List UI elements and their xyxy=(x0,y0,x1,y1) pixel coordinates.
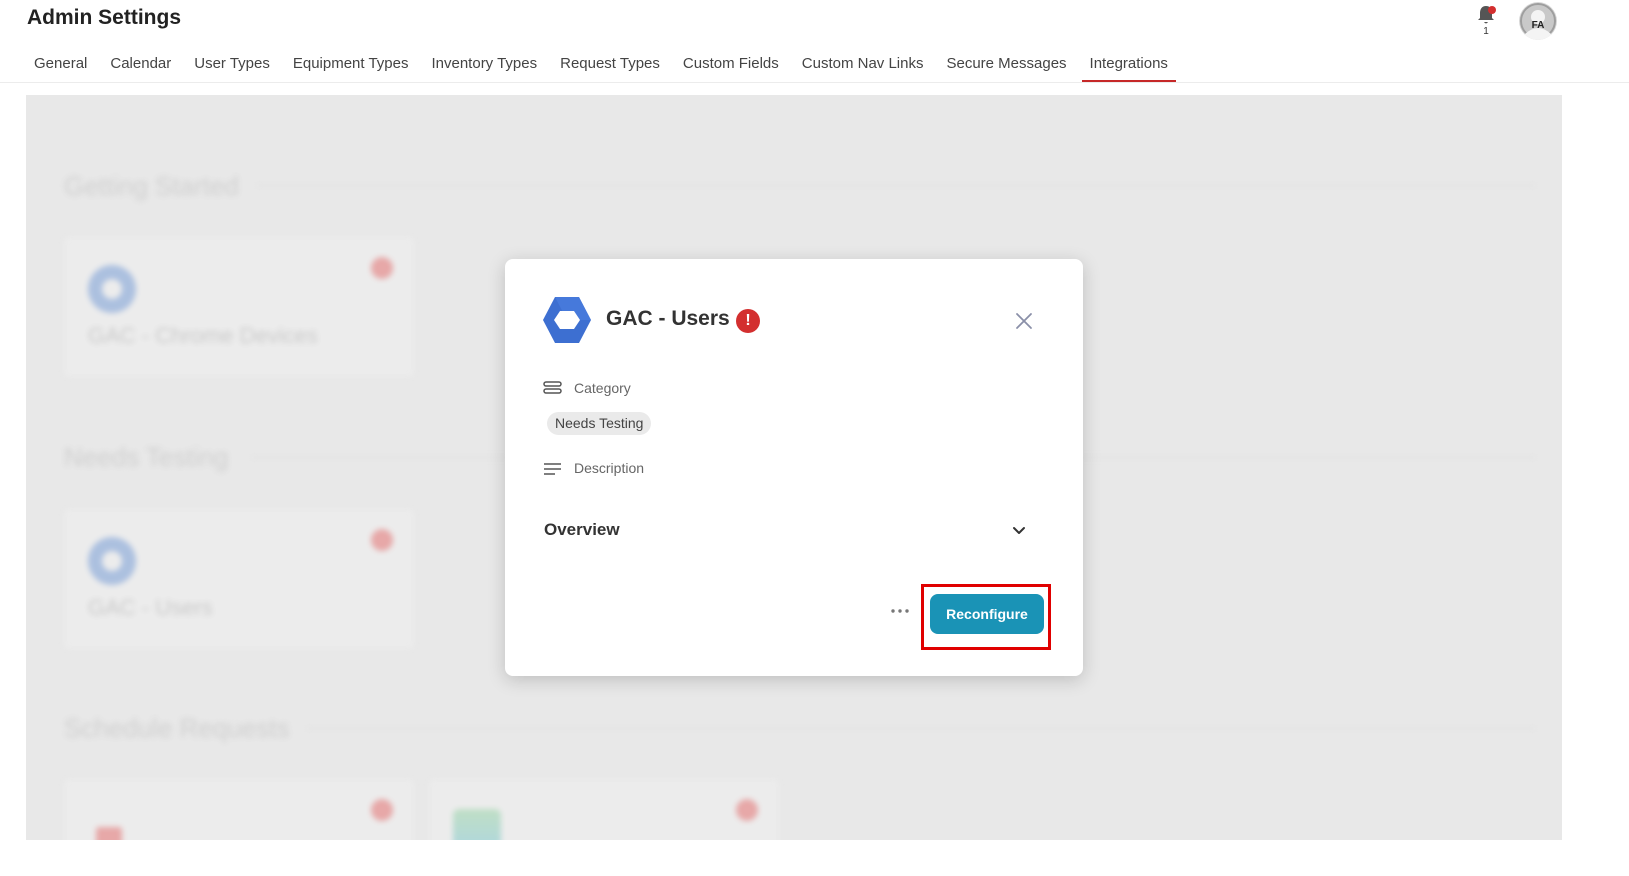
description-label: Description xyxy=(574,460,645,476)
avatar-initials: FA xyxy=(1531,20,1545,31)
tab-user-types[interactable]: User Types xyxy=(186,48,278,82)
status-dot xyxy=(736,799,758,821)
notification-button[interactable]: 1 xyxy=(1474,4,1498,38)
dialog-title: GAC - Users xyxy=(606,307,730,330)
status-dot xyxy=(371,257,393,279)
status-dot xyxy=(371,799,393,821)
integration-card xyxy=(64,779,414,840)
gac-logo-icon xyxy=(543,297,591,343)
section-divider xyxy=(306,728,1536,729)
integration-card-title: GAC - Chrome Devices xyxy=(88,323,318,348)
overview-label: Overview xyxy=(544,520,620,539)
integration-logo xyxy=(96,827,122,840)
tab-equipment-types[interactable]: Equipment Types xyxy=(285,48,417,82)
tab-integrations[interactable]: Integrations xyxy=(1081,48,1176,82)
tab-secure-messages[interactable]: Secure Messages xyxy=(938,48,1074,82)
notification-dot xyxy=(1488,6,1496,14)
page-title: Admin Settings xyxy=(27,6,182,29)
overview-accordion[interactable]: Overview xyxy=(543,519,1033,543)
integration-card: GAC - Chrome Devices xyxy=(64,237,414,377)
integration-logo xyxy=(453,809,501,840)
section-title: Schedule Requests xyxy=(64,713,290,743)
close-icon[interactable] xyxy=(1012,309,1036,333)
tab-calendar[interactable]: Calendar xyxy=(102,48,179,82)
exclamation-icon: ! xyxy=(736,309,760,333)
settings-tabs: General Calendar User Types Equipment Ty… xyxy=(26,48,1183,82)
category-label: Category xyxy=(574,380,631,396)
integration-card-title: GAC - Users xyxy=(88,595,213,620)
section-divider xyxy=(256,185,1536,186)
stack-icon xyxy=(543,381,562,394)
more-horizontal-icon[interactable] xyxy=(888,604,912,618)
integration-logo xyxy=(88,265,136,313)
integration-detail-dialog: GAC - Users ! Category Needs Testing Des… xyxy=(505,259,1083,676)
category-chip: Needs Testing xyxy=(547,412,652,435)
tabs-divider xyxy=(0,82,1629,83)
tab-general[interactable]: General xyxy=(26,48,95,82)
tab-inventory-types[interactable]: Inventory Types xyxy=(423,48,545,82)
tab-custom-fields[interactable]: Custom Fields xyxy=(675,48,787,82)
notification-count: 1 xyxy=(1483,26,1489,37)
section-title: Needs Testing xyxy=(64,442,229,472)
tab-custom-nav-links[interactable]: Custom Nav Links xyxy=(794,48,932,82)
section-title: Getting Started xyxy=(64,171,239,201)
text-lines-icon xyxy=(544,463,561,475)
app-header: Admin Settings 1 FA General Calendar Use… xyxy=(0,0,1629,95)
tab-request-types[interactable]: Request Types xyxy=(552,48,668,82)
reconfigure-button[interactable]: Reconfigure xyxy=(930,594,1044,634)
status-dot xyxy=(371,529,393,551)
integration-logo xyxy=(88,537,136,585)
chevron-down-icon xyxy=(1013,527,1025,534)
integration-card xyxy=(429,779,779,840)
user-avatar[interactable]: FA xyxy=(1519,2,1557,40)
integration-card: GAC - Users xyxy=(64,509,414,649)
